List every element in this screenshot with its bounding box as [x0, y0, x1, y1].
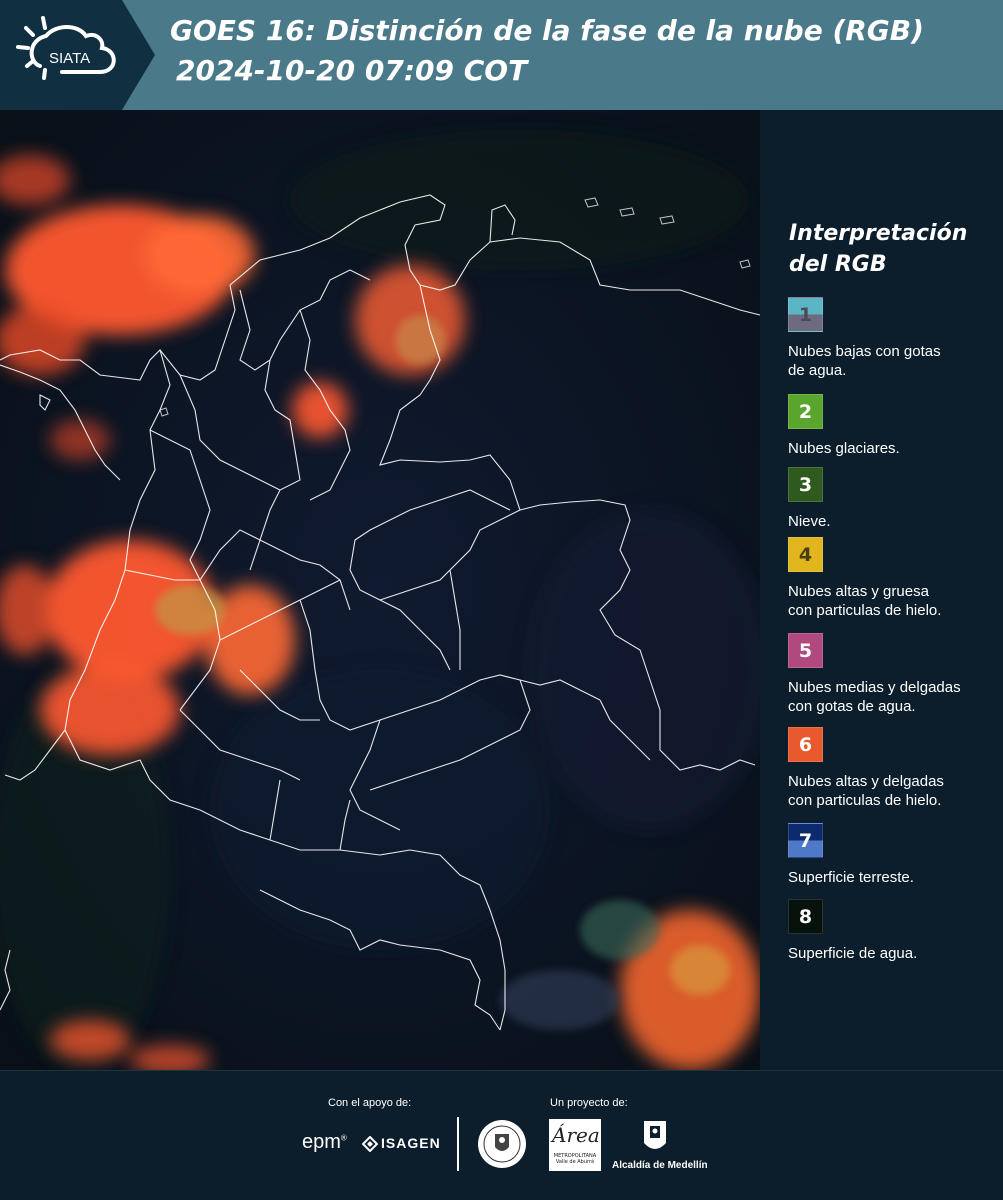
legend-swatch: 7: [788, 823, 823, 858]
legend-label: Nubes bajas con gotas de agua.: [788, 342, 1003, 380]
legend-title-line1: Interpretación: [789, 221, 968, 246]
satellite-map: [0, 110, 760, 1070]
legend-swatch: 8: [788, 899, 823, 934]
legend-label: Nubes altas y delgadas con particulas de …: [788, 772, 1003, 810]
legend-number: 3: [798, 473, 813, 496]
epm-logo-text: epm: [302, 1131, 341, 1153]
siata-logo: SIATA: [0, 0, 160, 110]
legend-number: 7: [798, 829, 813, 852]
legend-label-line: Nieve.: [788, 513, 831, 530]
legend-item-1: 1 Nubes bajas con gotas de agua.: [788, 297, 1003, 380]
legend-item-6: 6 Nubes altas y delgadas con particulas de…: [788, 727, 1003, 810]
legend-title-line2: del RGB: [789, 252, 887, 277]
legend-swatch: 4: [788, 537, 823, 572]
legend-number: 8: [798, 905, 813, 928]
isagen-logo: ISAGEN: [362, 1135, 441, 1153]
legend-label-line: Nubes altas y gruesa: [788, 583, 929, 600]
legend-number: 1: [798, 303, 813, 326]
isagen-logo-text: ISAGEN: [381, 1135, 441, 1151]
legend-label: Nubes altas y gruesa con particulas de hi…: [788, 582, 1003, 620]
legend-label-line: Nubes bajas con gotas: [788, 343, 941, 360]
legend-item-3: 3 Nieve.: [788, 467, 1003, 531]
legend-item-8: 8 Superficie de agua.: [788, 899, 1003, 963]
isagen-mark-icon: [362, 1136, 378, 1153]
legend-swatch: 6: [788, 727, 823, 762]
legend-label-line: con gotas de agua.: [788, 698, 916, 715]
legend-label: Superficie terreste.: [788, 868, 1003, 887]
header-bar: SIATA GOES 16: Distinción de la fase de …: [0, 0, 1003, 110]
legend-label: Superficie de agua.: [788, 944, 1003, 963]
legend-label-line: Nubes medias y delgadas: [788, 679, 961, 696]
legend-number: 5: [798, 639, 813, 662]
legend-label-line: Nubes altas y delgadas: [788, 773, 944, 790]
alcaldia-label: Alcaldía de Medellín: [612, 1160, 708, 1171]
logo-text: SIATA: [49, 50, 90, 67]
legend-swatch: 3: [788, 467, 823, 502]
epm-logo: epm®: [302, 1131, 347, 1153]
area-logo-text: Área: [552, 1123, 600, 1147]
legend-label-line: Nubes glaciares.: [788, 440, 900, 457]
support-label: Con el apoyo de:: [328, 1097, 412, 1109]
page-timestamp: 2024-10-20 07:09 COT: [176, 54, 528, 87]
legend-swatch: 2: [788, 394, 823, 429]
legend-swatch: 5: [788, 633, 823, 668]
legend-label-line: con particulas de hielo.: [788, 792, 942, 809]
footer-divider: [457, 1117, 459, 1171]
legend-label: Nubes glaciares.: [788, 439, 1003, 458]
legend-number: 2: [798, 400, 813, 423]
legend-item-7: 7 Superficie terreste.: [788, 823, 1003, 887]
project-label: Un proyecto de:: [550, 1097, 628, 1109]
legend-label-line: Superficie de agua.: [788, 945, 918, 962]
legend-item-4: 4 Nubes altas y gruesa con particulas de h…: [788, 537, 1003, 620]
legend-label-line: Superficie terreste.: [788, 869, 914, 886]
footer: Con el apoyo de: Un proyecto de: epm® IS…: [0, 1070, 1003, 1200]
legend-label: Nieve.: [788, 512, 1003, 531]
alcaldia-shield-icon: [644, 1121, 666, 1149]
legend-number: 6: [798, 733, 813, 756]
legend-title: Interpretación del RGB: [789, 218, 989, 280]
legend-label-line: con particulas de hielo.: [788, 602, 942, 619]
page-title: GOES 16: Distinción de la fase de la nub…: [170, 14, 924, 47]
legend-panel: Interpretación del RGB 1 Nubes bajas con …: [760, 110, 1003, 1070]
legend-number: 4: [798, 543, 813, 566]
page: SIATA GOES 16: Distinción de la fase de …: [0, 0, 1003, 1200]
medellin-seal-icon: [478, 1120, 526, 1168]
legend-item-5: 5 Nubes medias y delgadas con gotas de agu…: [788, 633, 1003, 716]
legend-label-line: de agua.: [788, 362, 847, 379]
legend-label: Nubes medias y delgadas con gotas de agua…: [788, 678, 1003, 716]
area-metropolitana-logo: Área METROPOLITANA Valle de Aburrá: [549, 1119, 601, 1171]
legend-swatch: 1: [788, 297, 823, 332]
legend-item-2: 2 Nubes glaciares.: [788, 394, 1003, 458]
area-logo-subtitle: METROPOLITANA Valle de Aburrá: [553, 1153, 597, 1165]
